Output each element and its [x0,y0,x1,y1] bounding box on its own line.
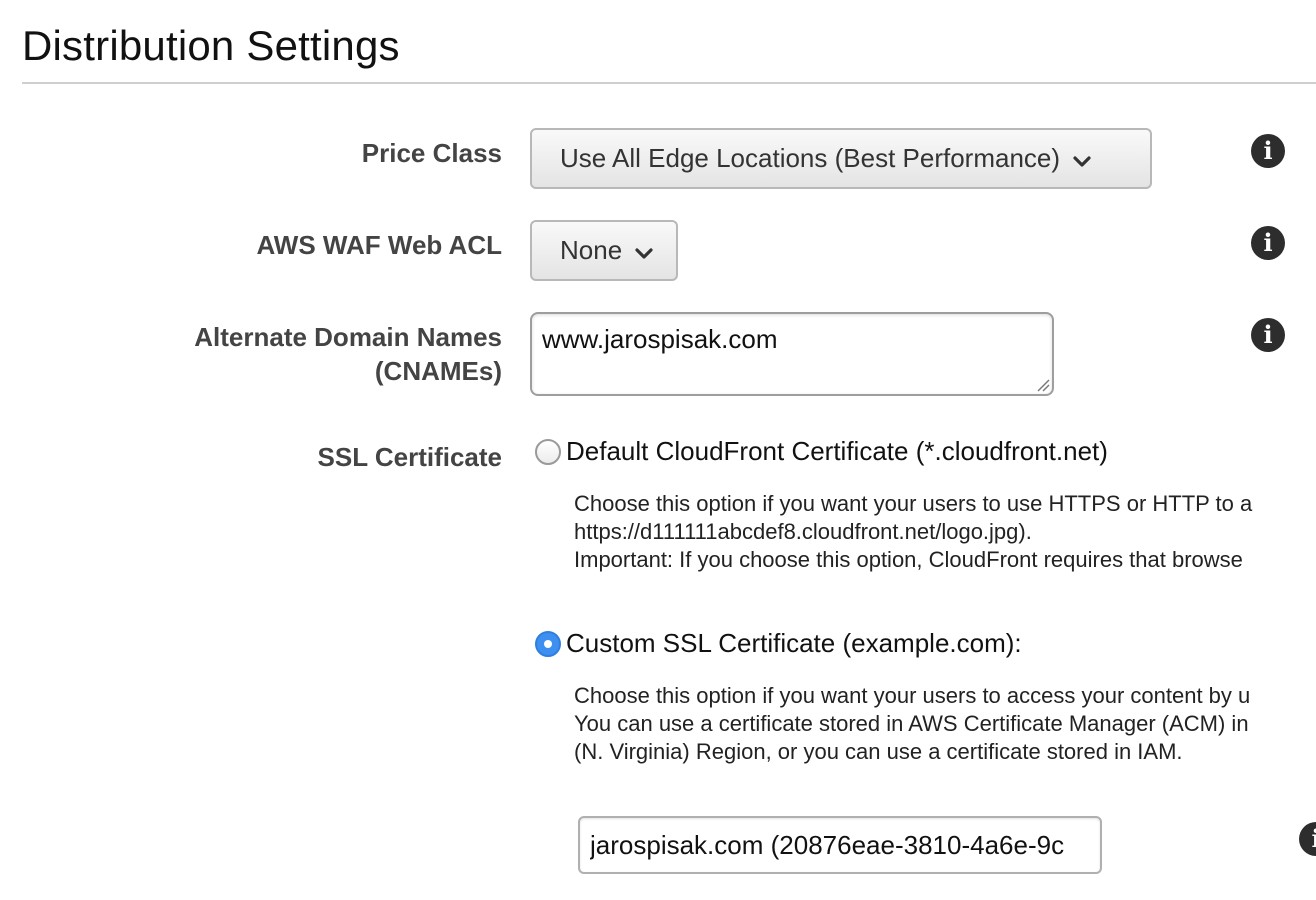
chevron-down-icon [1073,155,1091,167]
custom-certificate-input[interactable] [578,816,1102,874]
custom-certificate-desc-line1: Choose this option if you want your user… [574,683,1251,708]
price-class-label: Price Class [361,138,502,168]
cnames-label-line2: (CNAMEs) [374,356,502,386]
waf-label: AWS WAF Web ACL [256,230,502,260]
waf-select[interactable]: None [530,220,678,281]
custom-certificate-radio[interactable] [535,631,561,657]
price-class-selected-value: Use All Edge Locations (Best Performance… [560,143,1061,173]
custom-certificate-info-icon[interactable]: i [1299,822,1316,856]
title-divider [22,82,1316,84]
cnames-textarea[interactable]: www.jarospisak.com [530,312,1054,396]
default-certificate-label[interactable]: Default CloudFront Certificate (*.cloudf… [566,435,1108,467]
price-class-select[interactable]: Use All Edge Locations (Best Performance… [530,128,1152,189]
default-certificate-desc-line3: Important: If you choose this option, Cl… [574,547,1243,572]
waf-selected-value: None [560,235,623,265]
custom-certificate-desc-line3: (N. Virginia) Region, or you can use a c… [574,739,1183,764]
waf-info-icon[interactable]: i [1251,226,1285,260]
price-class-info-icon[interactable]: i [1251,134,1285,168]
chevron-down-icon [635,247,653,259]
custom-certificate-desc-line2: You can use a certificate stored in AWS … [574,711,1249,736]
section-title: Distribution Settings [22,22,400,69]
ssl-certificate-label: SSL Certificate [317,442,502,472]
default-certificate-desc-line1: Choose this option if you want your user… [574,491,1253,516]
cnames-label-line1: Alternate Domain Names [194,322,502,352]
distribution-settings-page: Distribution Settings Price Class Use Al… [0,0,1316,900]
default-certificate-radio[interactable] [535,439,561,465]
cnames-info-icon[interactable]: i [1251,318,1285,352]
resize-grip-icon[interactable] [1036,378,1050,392]
custom-certificate-label[interactable]: Custom SSL Certificate (example.com): [566,627,1022,659]
default-certificate-desc-line2: https://d111111abcdef8.cloudfront.net/lo… [574,519,1032,544]
